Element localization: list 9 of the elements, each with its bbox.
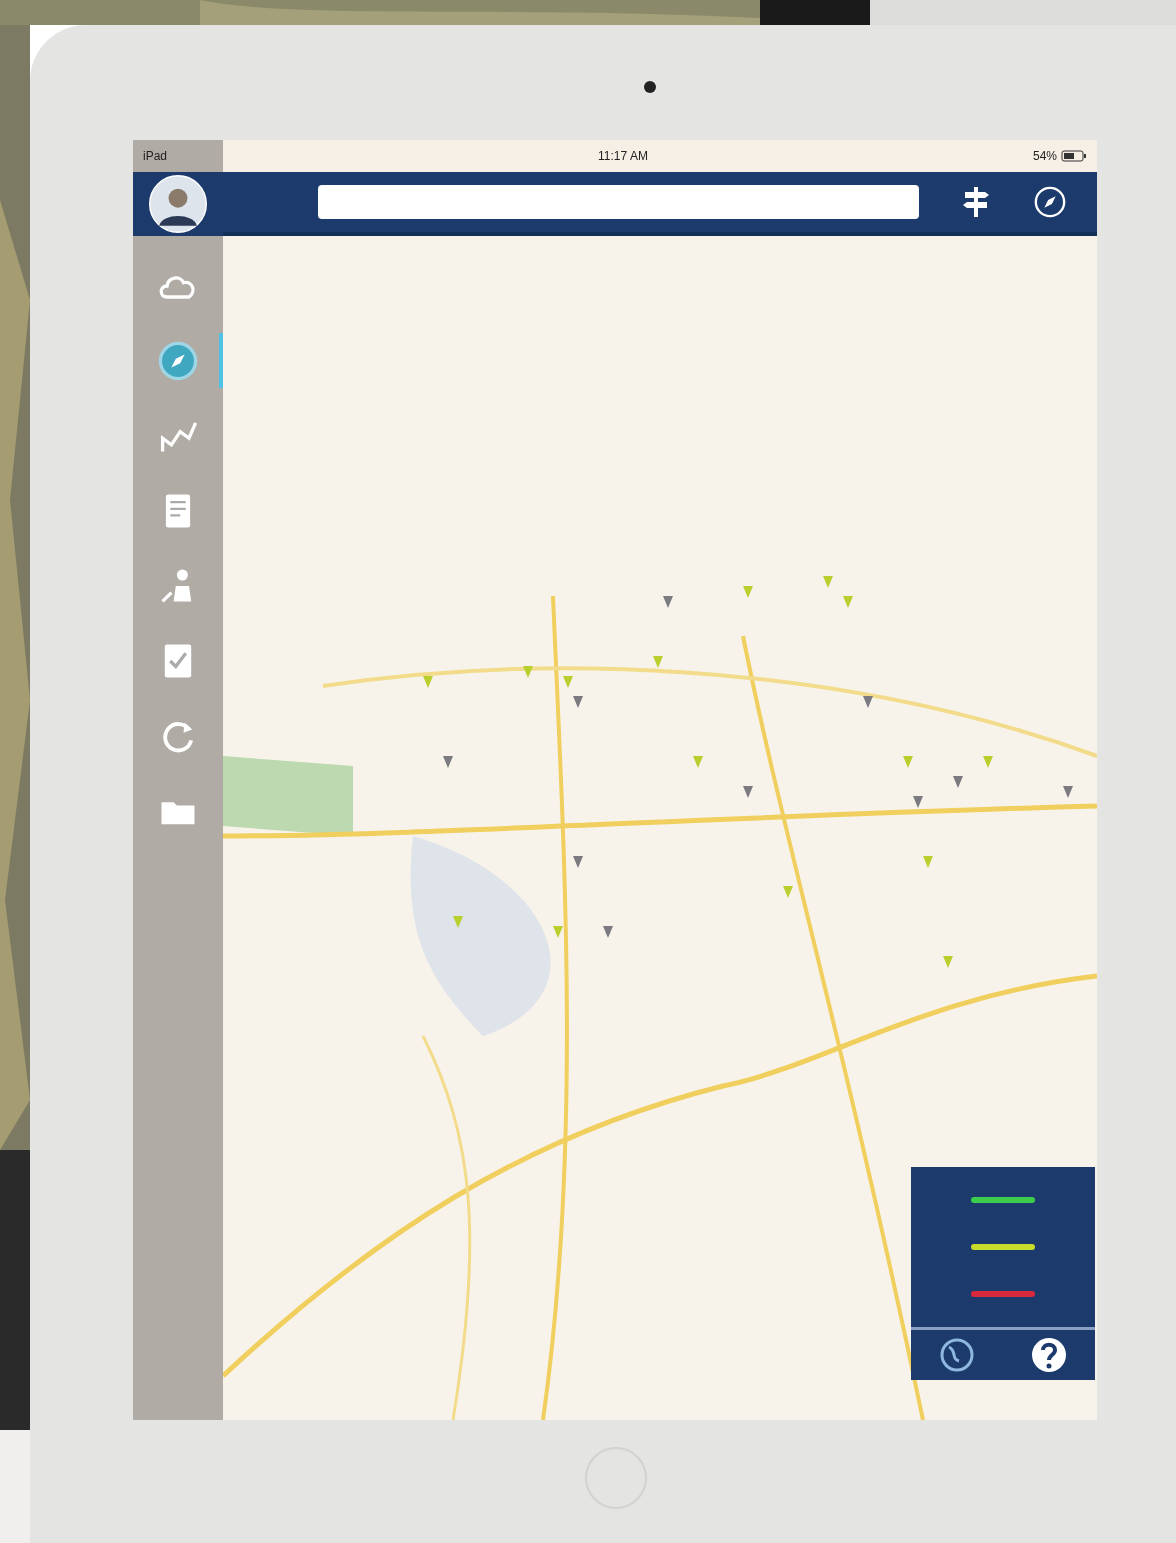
help-icon[interactable] — [1029, 1335, 1069, 1375]
compass-icon[interactable] — [1033, 185, 1067, 219]
battery-percent: 54% — [1032, 149, 1057, 163]
avatar[interactable] — [149, 175, 207, 233]
camera-dot — [644, 81, 656, 93]
carrier-label: iPad — [143, 149, 169, 163]
clock-time: 11:17 AM — [598, 149, 648, 163]
search-field[interactable] — [318, 185, 919, 219]
battery-icon — [1061, 150, 1087, 162]
